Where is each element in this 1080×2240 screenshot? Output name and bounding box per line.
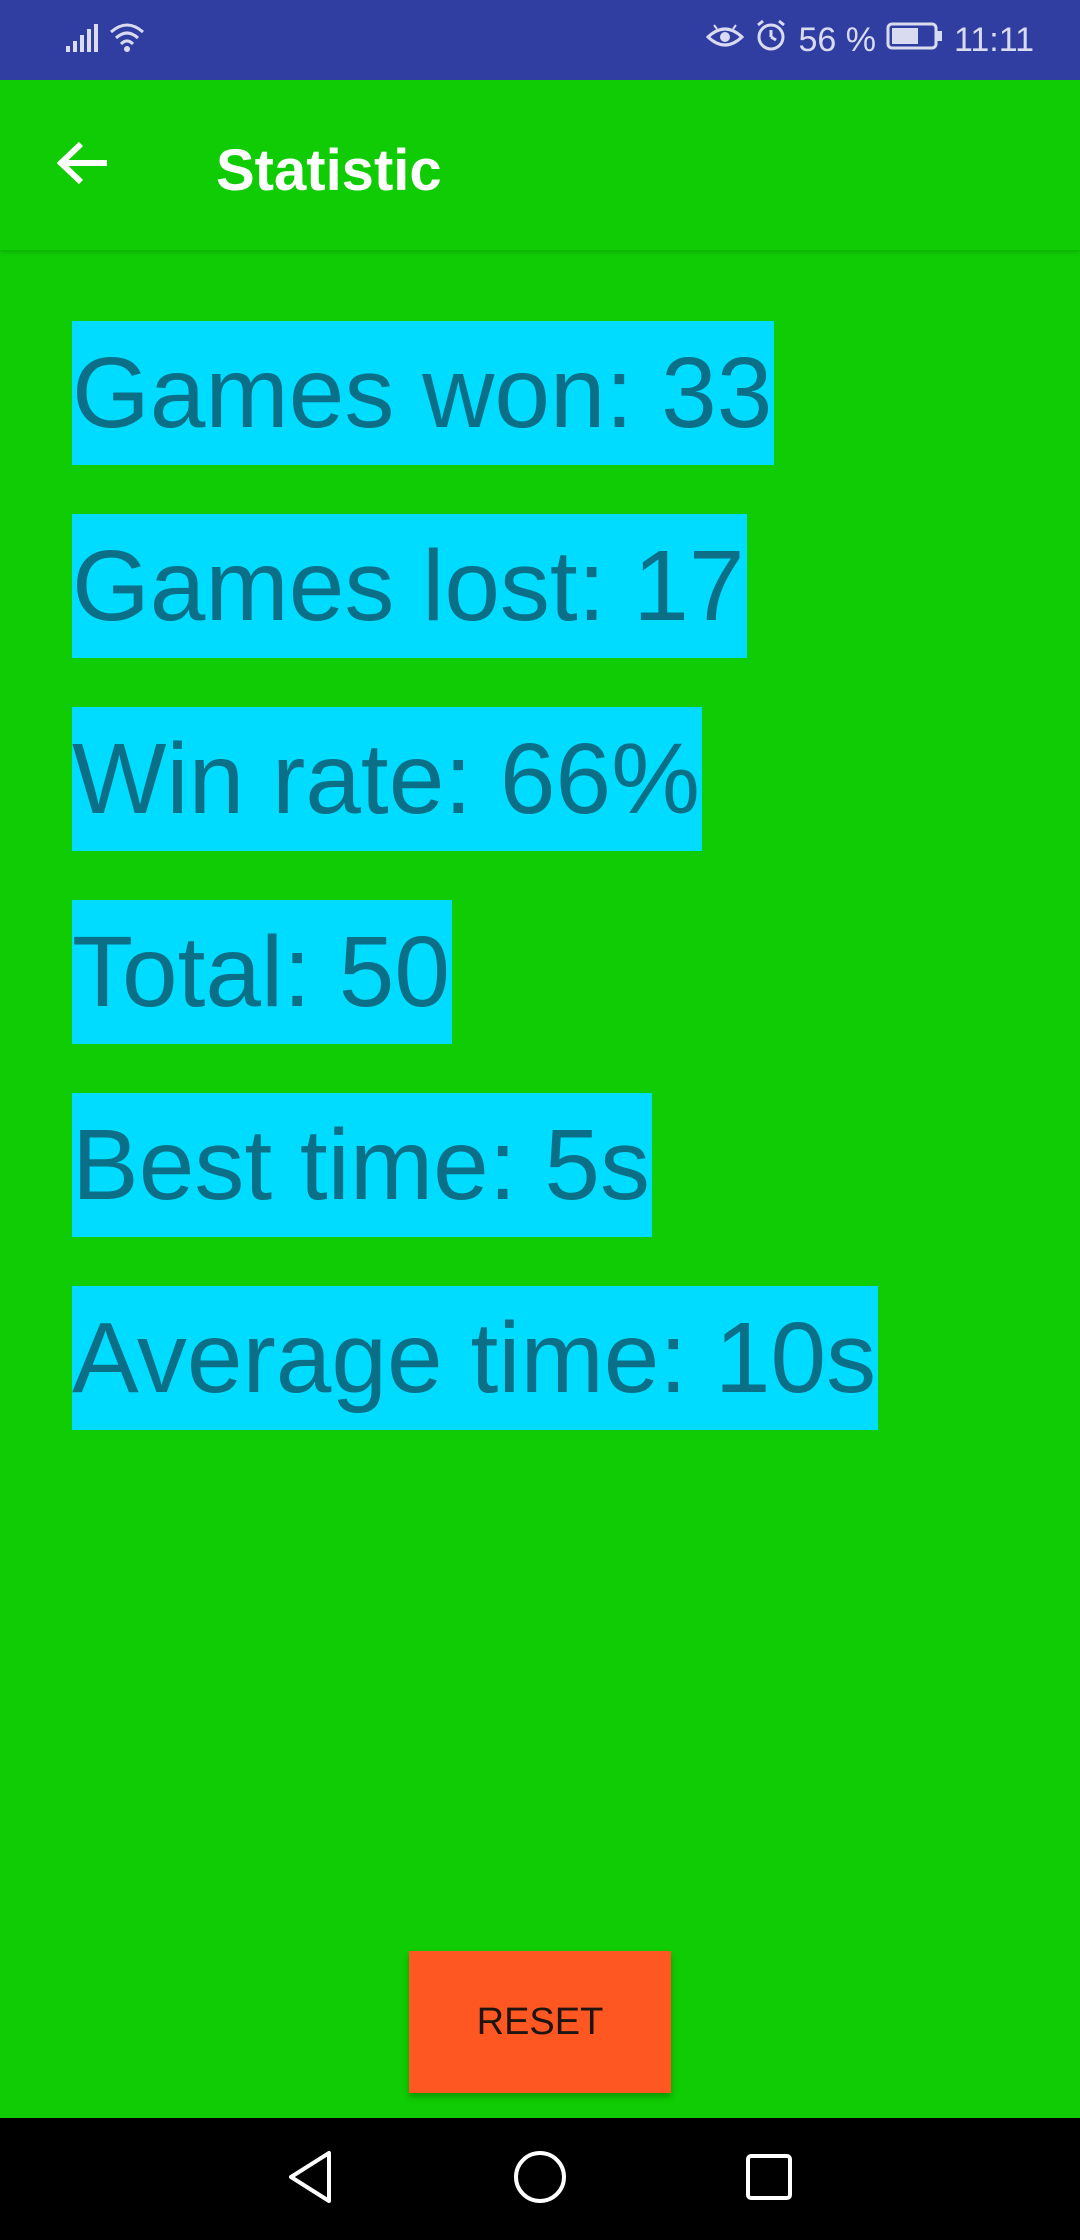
nav-home-button[interactable] — [505, 2144, 575, 2214]
navigation-bar — [0, 2118, 1080, 2240]
stat-games-lost: Games lost: 17 — [72, 514, 747, 658]
stat-best-time: Best time: 5s — [72, 1093, 652, 1237]
alarm-icon — [754, 19, 788, 62]
nav-recents-button[interactable] — [734, 2144, 804, 2214]
stats-list: Games won: 33 Games lost: 17 Win rate: 6… — [72, 321, 879, 1479]
home-circle-icon — [512, 2149, 568, 2210]
eye-comfort-icon — [706, 21, 745, 60]
battery-percent: 56 % — [798, 21, 876, 59]
battery-icon — [886, 21, 944, 60]
stat-win-rate: Win rate: 66% — [72, 707, 703, 851]
back-triangle-icon — [285, 2149, 335, 2210]
page-title: Statistic — [216, 138, 442, 203]
recents-square-icon — [744, 2152, 794, 2207]
stat-average-time: Average time: 10s — [72, 1286, 879, 1430]
wifi-icon — [108, 20, 146, 63]
status-right-icons: 56 % 11:11 — [706, 18, 1034, 62]
arrow-back-icon — [56, 141, 109, 190]
stat-total: Total: 50 — [72, 900, 453, 1044]
reset-button[interactable]: RESET — [409, 1951, 671, 2093]
app-bar: Statistic — [0, 80, 1080, 250]
status-bar: 56 % 11:11 — [0, 0, 1080, 80]
clock: 11:11 — [953, 21, 1034, 59]
nav-back-button[interactable] — [275, 2144, 345, 2214]
status-left-icons — [64, 20, 146, 63]
stat-games-won: Games won: 33 — [72, 321, 775, 465]
back-button[interactable] — [38, 125, 128, 205]
signal-icon — [64, 22, 100, 63]
